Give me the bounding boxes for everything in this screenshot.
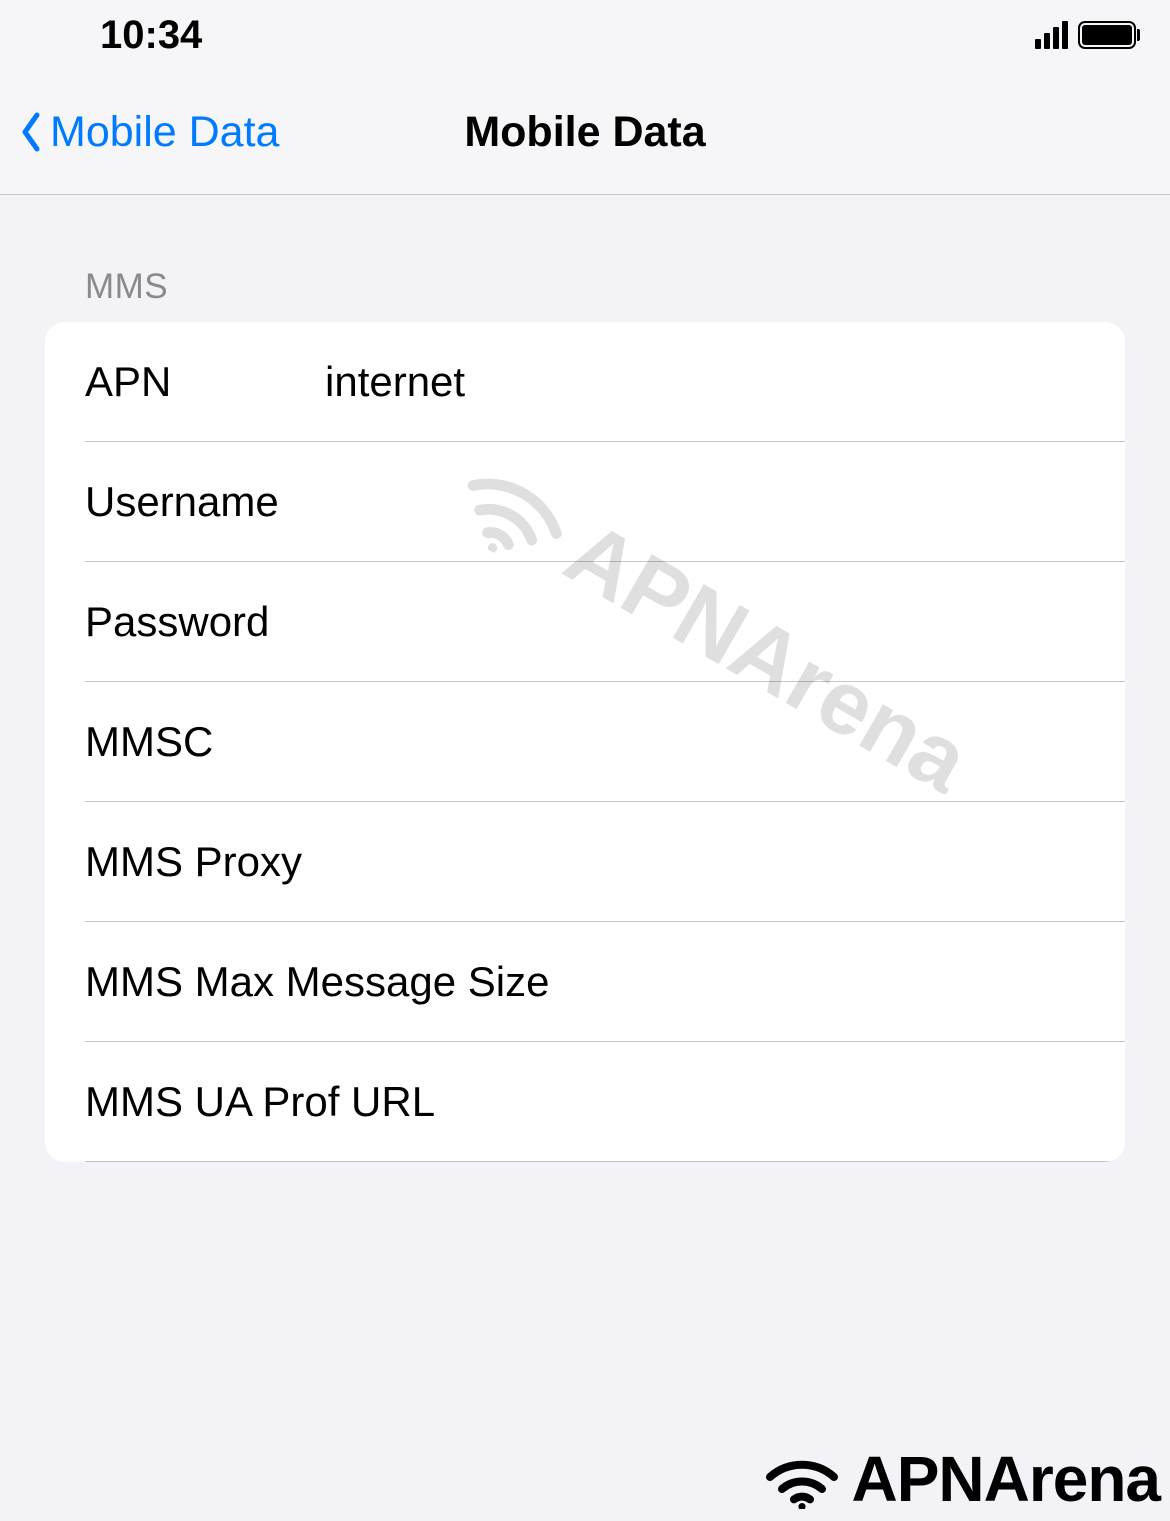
settings-group-mms: APN internet Username Password MMSC MMS … — [45, 322, 1125, 1162]
battery-icon — [1078, 21, 1140, 49]
row-label: Password — [85, 598, 325, 646]
row-label: Username — [85, 478, 325, 526]
row-mms-max-message-size[interactable]: MMS Max Message Size — [45, 922, 1125, 1042]
row-label: MMS UA Prof URL — [85, 1078, 435, 1126]
content: MMS APN internet Username Password MMSC … — [0, 195, 1170, 1162]
page-title: Mobile Data — [464, 108, 705, 157]
wifi-icon — [761, 1449, 843, 1509]
section-header-mms: MMS — [45, 195, 1125, 322]
row-password[interactable]: Password — [45, 562, 1125, 682]
back-button[interactable]: Mobile Data — [0, 108, 279, 157]
row-label: MMS Proxy — [85, 838, 302, 886]
row-label: APN — [85, 358, 325, 406]
row-username[interactable]: Username — [45, 442, 1125, 562]
row-mms-proxy[interactable]: MMS Proxy — [45, 802, 1125, 922]
back-label: Mobile Data — [50, 108, 279, 157]
row-apn[interactable]: APN internet — [45, 322, 1125, 442]
watermark-text: APNArena — [851, 1442, 1160, 1516]
status-bar: 10:34 — [0, 0, 1170, 70]
chevron-left-icon — [20, 112, 42, 152]
row-mmsc[interactable]: MMSC — [45, 682, 1125, 802]
row-label: MMS Max Message Size — [85, 958, 549, 1006]
cellular-signal-icon — [1035, 21, 1068, 49]
row-value: internet — [325, 358, 1085, 406]
watermark-bottom: APNArena — [761, 1442, 1160, 1516]
row-mms-ua-prof-url[interactable]: MMS UA Prof URL — [45, 1042, 1125, 1162]
row-label: MMSC — [85, 718, 325, 766]
status-time: 10:34 — [100, 13, 202, 58]
status-indicators — [1035, 21, 1140, 49]
nav-bar: Mobile Data Mobile Data — [0, 70, 1170, 195]
